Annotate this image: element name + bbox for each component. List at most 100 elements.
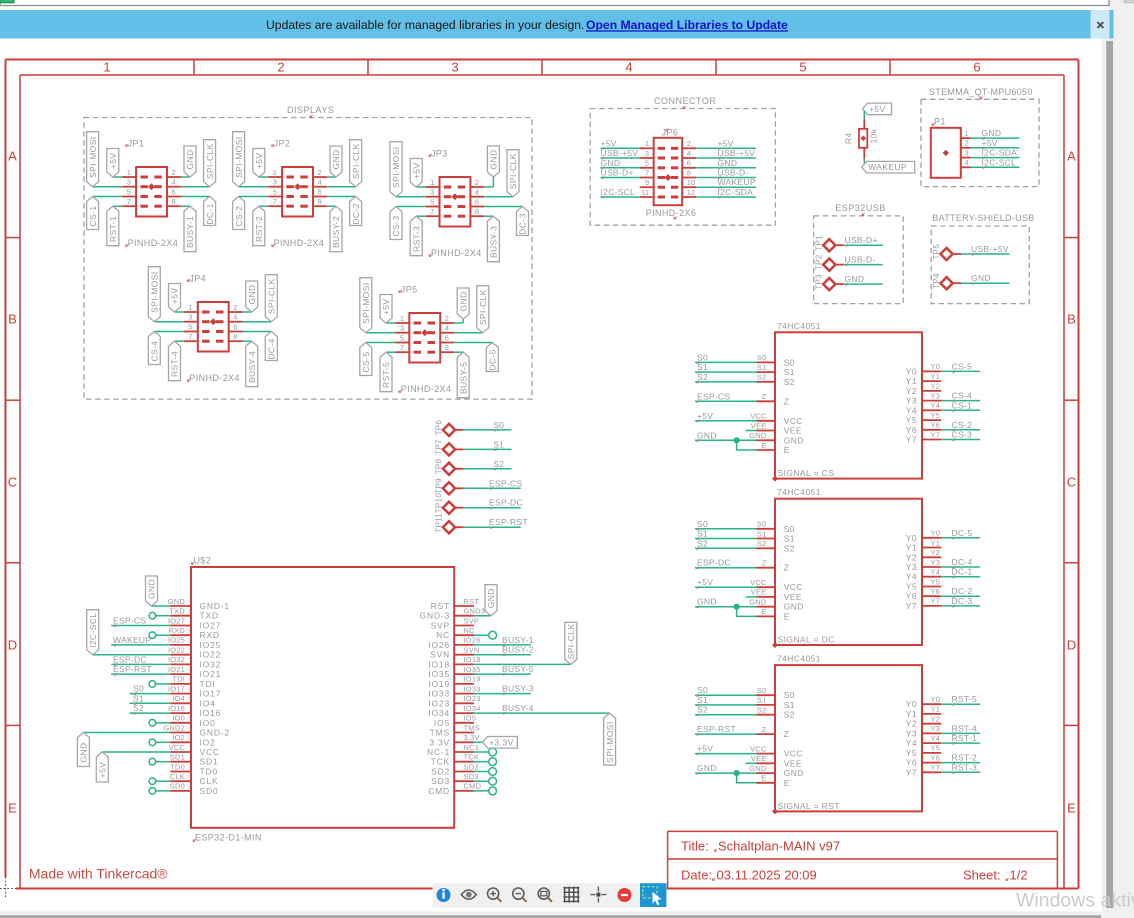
svg-text:74HC4051: 74HC4051 xyxy=(777,654,821,664)
svg-text:STEMMA_QT-MPU6050: STEMMA_QT-MPU6050 xyxy=(929,87,1033,97)
svg-text:Y2: Y2 xyxy=(906,552,917,562)
svg-text:Y1: Y1 xyxy=(906,376,917,386)
svg-text:DC-1: DC-1 xyxy=(205,203,215,224)
svg-text:IO5: IO5 xyxy=(464,714,477,723)
svg-text:S1: S1 xyxy=(784,534,795,544)
svg-text:IO33: IO33 xyxy=(464,684,481,693)
svg-text:2: 2 xyxy=(687,139,691,148)
svg-text:SD1: SD1 xyxy=(170,753,185,762)
svg-text:Y6: Y6 xyxy=(906,758,917,768)
svg-text:IO32: IO32 xyxy=(168,655,185,664)
svg-text:Z: Z xyxy=(784,563,790,573)
svg-text:+5V: +5V xyxy=(381,299,391,316)
svg-text:GND3: GND3 xyxy=(464,607,486,616)
svg-text:7: 7 xyxy=(273,197,277,206)
svg-text:IO16: IO16 xyxy=(168,704,185,713)
svg-text:CLK: CLK xyxy=(200,776,219,786)
svg-text:SVN: SVN xyxy=(464,646,480,655)
svg-text:8: 8 xyxy=(233,332,237,341)
svg-text:RST-2: RST-2 xyxy=(254,216,264,242)
svg-text:CS-2: CS-2 xyxy=(234,206,244,227)
svg-text:E: E xyxy=(784,611,790,621)
svg-text:10k: 10k xyxy=(869,128,879,143)
svg-text:E: E xyxy=(1067,801,1076,816)
svg-text:SPI-MOSI: SPI-MOSI xyxy=(605,721,615,762)
svg-text:GND-3: GND-3 xyxy=(420,611,450,621)
svg-text:Y6: Y6 xyxy=(906,591,917,601)
svg-text:ESP-CS: ESP-CS xyxy=(697,391,730,401)
svg-text:IO0: IO0 xyxy=(172,714,185,723)
svg-text:6: 6 xyxy=(233,322,237,331)
svg-text:VEE: VEE xyxy=(784,426,802,436)
svg-text:S1: S1 xyxy=(697,529,708,539)
svg-text:8: 8 xyxy=(172,197,176,206)
svg-text:PINHD-2X4: PINHD-2X4 xyxy=(274,238,325,248)
svg-text:S1: S1 xyxy=(133,693,144,703)
svg-text:Open Managed Libraries to Upda: Open Managed Libraries to Update xyxy=(586,18,788,32)
svg-text:S2: S2 xyxy=(757,373,767,382)
svg-text:Y1: Y1 xyxy=(931,372,941,381)
svg-text:Y1: Y1 xyxy=(931,538,941,547)
svg-text:5: 5 xyxy=(400,333,404,342)
svg-text:Y5: Y5 xyxy=(906,748,917,758)
svg-text:CS-5: CS-5 xyxy=(952,361,973,371)
svg-text:3: 3 xyxy=(430,188,434,197)
svg-text:1: 1 xyxy=(964,129,968,138)
svg-text:Y6: Y6 xyxy=(931,587,941,596)
svg-text:1: 1 xyxy=(273,168,277,177)
svg-text:5: 5 xyxy=(799,60,806,75)
svg-text:Y1: Y1 xyxy=(906,709,917,719)
svg-text:S1: S1 xyxy=(784,700,795,710)
svg-text:ESP-RST: ESP-RST xyxy=(489,517,528,527)
svg-text:SD3: SD3 xyxy=(431,776,450,786)
svg-text:ESP-RST: ESP-RST xyxy=(697,724,736,734)
svg-text:DC-5: DC-5 xyxy=(488,349,498,370)
svg-text:GND: GND xyxy=(185,149,195,169)
svg-text:CS-2: CS-2 xyxy=(952,420,973,430)
svg-text:GND: GND xyxy=(749,764,767,773)
svg-text:DC-2: DC-2 xyxy=(952,586,973,596)
svg-text:WAKEUP: WAKEUP xyxy=(113,635,151,645)
svg-text:+5V: +5V xyxy=(982,138,998,148)
svg-text:+5V: +5V xyxy=(411,163,421,180)
svg-text:SPI-CLK: SPI-CLK xyxy=(205,143,215,179)
svg-text:VCC: VCC xyxy=(750,744,767,753)
svg-text:JP3: JP3 xyxy=(431,149,448,159)
svg-text:S0: S0 xyxy=(757,520,767,529)
svg-text:BATTERY-SHIELD-USB: BATTERY-SHIELD-USB xyxy=(932,213,1034,223)
svg-text:S0: S0 xyxy=(493,420,504,430)
svg-text:TCK: TCK xyxy=(464,753,480,762)
svg-text:SPI-CLK: SPI-CLK xyxy=(478,289,488,325)
svg-text:RST-1: RST-1 xyxy=(952,733,978,743)
svg-text:11: 11 xyxy=(641,188,649,197)
svg-text:D: D xyxy=(8,638,17,653)
svg-text:TDI: TDI xyxy=(200,679,216,689)
svg-text:IO25: IO25 xyxy=(200,640,222,650)
svg-text:S0: S0 xyxy=(757,353,767,362)
svg-text:IO21: IO21 xyxy=(168,665,185,674)
svg-text:GND-1: GND-1 xyxy=(200,601,230,611)
svg-text:I2C-SCL: I2C-SCL xyxy=(982,157,1017,167)
svg-text:S2: S2 xyxy=(697,538,708,548)
svg-text:4: 4 xyxy=(687,149,691,158)
svg-text:3: 3 xyxy=(127,178,131,187)
svg-text:2: 2 xyxy=(318,168,322,177)
svg-text:E: E xyxy=(761,607,766,616)
svg-text:TMS: TMS xyxy=(464,723,480,732)
svg-text:S0: S0 xyxy=(784,524,795,534)
svg-text:USB-+5V: USB-+5V xyxy=(601,148,639,158)
svg-text:I2C-SCL: I2C-SCL xyxy=(601,187,636,197)
svg-text:NC: NC xyxy=(436,630,450,640)
svg-text:PINHD-2X4: PINHD-2X4 xyxy=(128,238,179,248)
svg-text:SD2: SD2 xyxy=(431,767,450,777)
svg-text:SVN: SVN xyxy=(430,650,450,660)
svg-text:IO2: IO2 xyxy=(200,737,216,747)
svg-text:CS-5: CS-5 xyxy=(361,352,371,373)
svg-text:GND: GND xyxy=(697,597,717,607)
svg-text:5: 5 xyxy=(645,159,649,168)
svg-text:CS-1: CS-1 xyxy=(952,400,973,410)
svg-text:S2: S2 xyxy=(697,705,708,715)
svg-text:S0: S0 xyxy=(697,519,708,529)
svg-text:RST-5: RST-5 xyxy=(952,694,978,704)
svg-text:Windows aktivi: Windows aktivi xyxy=(1016,890,1134,912)
